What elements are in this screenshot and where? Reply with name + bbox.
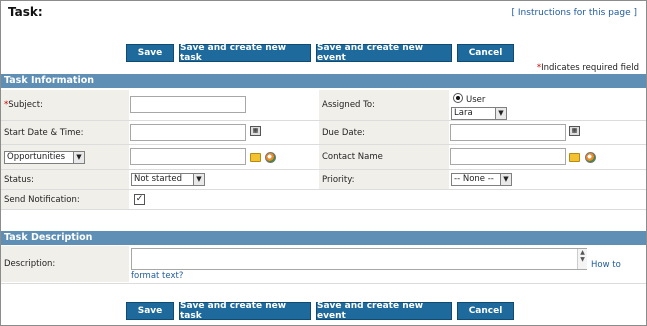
chevron-down-icon: ▼ — [500, 174, 511, 185]
description-label: Description: — [1, 246, 129, 282]
folder-icon[interactable] — [250, 153, 261, 162]
due-date-label: Due Date: — [319, 121, 449, 144]
page-title: Task: — [8, 5, 43, 19]
priority-select[interactable]: -- None -- ▼ — [451, 173, 512, 186]
chevron-down-icon: ▼ — [73, 151, 84, 163]
assigned-user-radio[interactable] — [453, 93, 463, 103]
assigned-user-radio-label: User — [466, 95, 486, 105]
send-notification-label: Send Notification: — [1, 190, 129, 209]
top-button-bar: Save Save and create new task Save and c… — [0, 43, 647, 63]
due-date-input[interactable] — [450, 124, 566, 141]
related-to-value: Opportunities — [7, 151, 65, 162]
calendar-icon[interactable]: ▦ — [250, 126, 261, 136]
instructions-link[interactable]: [ Instructions for this page ] — [512, 8, 637, 18]
description-textarea[interactable] — [131, 248, 587, 270]
form-row-related: Opportunities ▼ Contact Name — [1, 145, 646, 170]
subject-label: * Subject: — [1, 90, 129, 120]
start-date-input[interactable] — [130, 124, 246, 141]
save-and-new-task-button[interactable]: Save and create new task — [179, 301, 311, 321]
save-and-new-task-button[interactable]: Save and create new task — [179, 43, 311, 63]
how-to-format-link[interactable]: How to — [591, 260, 621, 270]
save-and-new-event-button[interactable]: Save and create new event — [316, 301, 452, 321]
assigned-user-value: Lara — [454, 108, 473, 118]
priority-label: Priority: — [319, 170, 449, 189]
format-text-link[interactable]: format text? — [131, 271, 183, 281]
chevron-down-icon: ▼ — [495, 108, 506, 119]
send-notification-checkbox[interactable]: ✓ — [134, 194, 145, 205]
assigned-to-label: Assigned To: — [319, 90, 449, 120]
subject-label-text: Subject: — [8, 100, 43, 110]
chevron-down-icon: ▼ — [193, 174, 204, 185]
assigned-user-select[interactable]: Lara ▼ — [451, 107, 507, 120]
status-value: Not started — [134, 174, 183, 184]
form-row-dates: Start Date & Time: ▦ Due Date: ▦ — [1, 121, 646, 145]
clear-icon[interactable] — [265, 152, 276, 163]
status-select[interactable]: Not started ▼ — [131, 173, 205, 186]
status-label: Status: — [1, 170, 129, 189]
required-note-text: Indicates required field — [541, 63, 639, 73]
folder-icon[interactable] — [569, 153, 580, 162]
form-row-subject: * Subject: Assigned To: User Lara ▼ — [1, 90, 646, 121]
priority-value: -- None -- — [454, 174, 494, 184]
bottom-button-bar: Save Save and create new task Save and c… — [0, 301, 647, 321]
cancel-button[interactable]: Cancel — [457, 44, 514, 62]
subject-input[interactable] — [130, 96, 246, 113]
task-description-header: Task Description — [1, 231, 646, 245]
save-button[interactable]: Save — [126, 44, 174, 62]
form-row-notification: Send Notification: ✓ — [1, 190, 646, 210]
cancel-button[interactable]: Cancel — [457, 302, 514, 320]
related-to-input[interactable] — [130, 148, 246, 165]
task-information-header: Task Information — [1, 74, 646, 88]
clear-icon[interactable] — [585, 152, 596, 163]
description-scrollbar[interactable]: ▲ ▼ — [577, 249, 587, 269]
calendar-icon[interactable]: ▦ — [569, 126, 580, 136]
contact-name-label: Contact Name — [319, 145, 449, 169]
related-to-select[interactable]: Opportunities ▼ — [4, 150, 85, 164]
form-row-description: Description: ▲ ▼ How to format text? — [1, 246, 646, 284]
save-button[interactable]: Save — [126, 302, 174, 320]
related-to-cell: Opportunities ▼ — [1, 145, 129, 169]
contact-name-input[interactable] — [450, 148, 566, 165]
start-date-label: Start Date & Time: — [1, 121, 129, 144]
required-field-note: *Indicates required field — [537, 63, 639, 73]
save-and-new-event-button[interactable]: Save and create new event — [316, 43, 452, 63]
form-row-status: Status: Not started ▼ Priority: -- None … — [1, 170, 646, 190]
